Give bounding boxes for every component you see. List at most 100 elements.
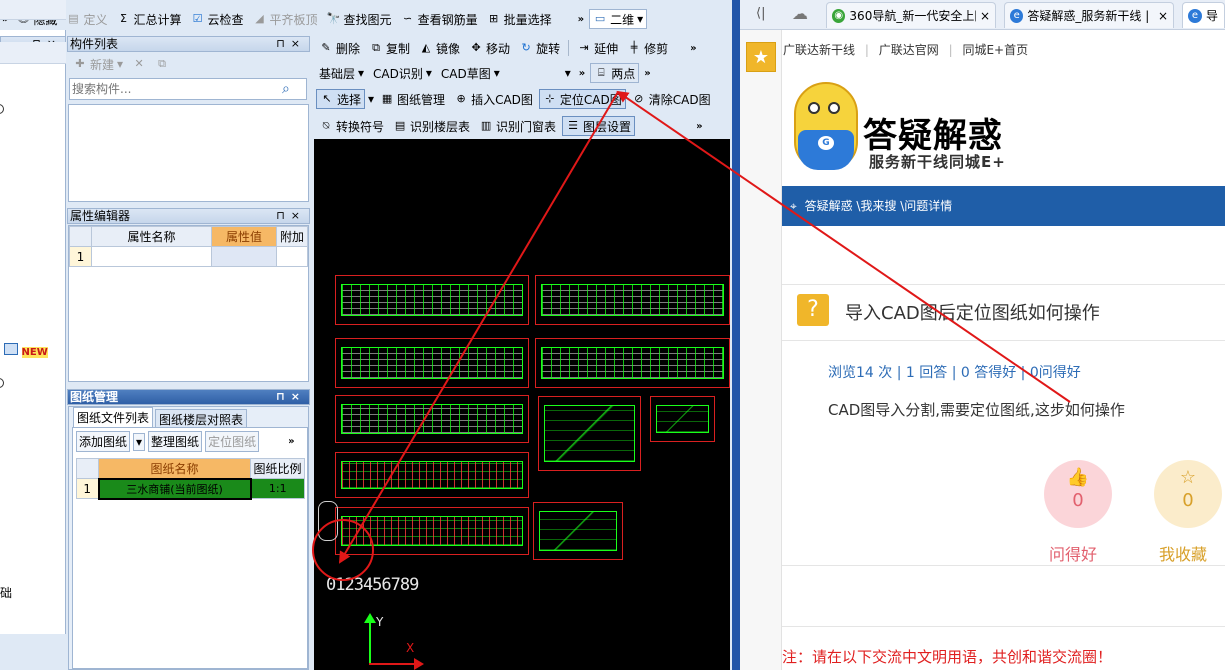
link-city-home[interactable]: 同城E+首页 (962, 43, 1028, 57)
chevron-down-icon[interactable]: ▾ (368, 92, 374, 106)
cad-sheet[interactable] (535, 338, 730, 388)
favorite-star-icon[interactable]: ★ (746, 42, 776, 72)
logo-subtitle: 服务新干线同城E+ (869, 153, 1006, 171)
panel-pin-close-icon[interactable]: ⊓× (276, 209, 306, 223)
favorite-button[interactable]: ☆ 0 (1154, 460, 1222, 528)
cad-recognition-select[interactable]: CAD识别 ▾ (370, 63, 435, 83)
notice-text: 注：请在以下交流中文明用语，共创和谐交流圈！ (782, 648, 1113, 666)
define-button[interactable]: ▤ 定义 (63, 9, 110, 29)
recognize-floor-table-button[interactable]: ▤ 识别楼层表 (390, 116, 473, 136)
add-drawing-dropdown-icon[interactable]: ▾ (133, 432, 146, 451)
cad-sheet-stair[interactable] (538, 396, 641, 471)
link-glodon-official[interactable]: 广联达官网 (879, 43, 939, 57)
door-window-icon: ▥ (480, 119, 492, 132)
insert-cad-button[interactable]: ⊕ 插入CAD图 (451, 89, 536, 109)
new-feature-item[interactable]: NEW (4, 343, 48, 358)
browser-tab-qa[interactable]: e 答疑解惑_服务新干线 | 同 × (1004, 2, 1174, 28)
batch-select-button[interactable]: ⊞ 批量选择 (484, 9, 555, 29)
locate-cad-button[interactable]: ⊹ 定位CAD图 (538, 89, 626, 109)
extend-button[interactable]: ⇥ 延伸 (574, 38, 621, 58)
breadcrumb-text[interactable]: 答疑解惑 \我来搜 \问题详情 (805, 199, 953, 213)
align-slab-top-button[interactable]: ◢ 平齐板顶 (250, 9, 321, 29)
empty-select[interactable]: ▾ (506, 63, 574, 83)
site-links: 广联达新干线 | 广联达官网 | 同城E+首页 (783, 41, 1034, 58)
cad-sheet[interactable] (535, 275, 730, 325)
new-badge: NEW (21, 347, 48, 358)
property-value-cell[interactable] (211, 246, 277, 267)
mirror-label: 镜像 (436, 41, 461, 56)
layer-toolbar: 基础层 ▾ CAD识别 ▾ CAD草图 ▾ ▾ » ⌸ 两点 » (316, 62, 653, 84)
cad-sheet-detail[interactable] (533, 502, 623, 560)
tree-node-icon-2[interactable] (0, 378, 4, 388)
view-mode-select[interactable]: ▭ 二维 ▾ (589, 9, 648, 29)
cad-draft-select[interactable]: CAD草图 ▾ (438, 63, 503, 83)
browser-tab-360[interactable]: ◉ 360导航_新一代安全上网 × (826, 2, 996, 28)
component-list-area[interactable] (68, 104, 309, 202)
copy-component-button[interactable]: ⧉ (152, 54, 172, 74)
good-question-button[interactable]: 👍 0 (1044, 460, 1112, 528)
find-element-button[interactable]: 🔭 查找图元 (324, 9, 395, 29)
mirror-button[interactable]: ◭ 镜像 (416, 38, 463, 58)
delete-button[interactable]: ✎ 删除 (316, 38, 363, 58)
delete-component-button[interactable]: ✕ (129, 54, 149, 74)
rotate-button[interactable]: ↻ 旋转 (516, 38, 563, 58)
clear-cad-button[interactable]: ⊘ 清除CAD图 (629, 89, 714, 109)
tab-drawing-files[interactable]: 图纸文件列表 (73, 407, 154, 429)
recognize-toolbar-overflow-icon[interactable]: » (694, 121, 704, 132)
browser-tab-current[interactable]: e 导 (1182, 2, 1225, 28)
copy-button[interactable]: ⧉ 复制 (366, 38, 413, 58)
find-element-label: 查找图元 (343, 12, 392, 27)
organize-drawing-button[interactable]: 整理图纸 (148, 431, 203, 452)
select-button[interactable]: ↖ 选择 (316, 89, 366, 109)
cad-sheet[interactable] (335, 275, 529, 325)
cad-sheet[interactable] (335, 507, 529, 555)
drawing-toolbar-overflow-icon[interactable]: » (286, 436, 296, 447)
layer-select[interactable]: 基础层 ▾ (316, 63, 367, 83)
panel-pin-close-icon[interactable]: ⊓× (276, 390, 306, 404)
summary-calc-button[interactable]: Σ 汇总计算 (114, 9, 185, 29)
property-name-cell[interactable] (91, 246, 212, 267)
layer-label: 基础层 (319, 66, 356, 81)
link-glodon-newline[interactable]: 广联达新干线 (783, 43, 855, 57)
cad-sheet[interactable] (335, 338, 529, 388)
chevron-down-icon: ▾ (117, 57, 124, 71)
trim-button[interactable]: ╪ 修剪 (624, 38, 671, 58)
close-icon[interactable]: × (1158, 9, 1168, 23)
new-component-button[interactable]: ✚ 新建 ▾ (70, 54, 126, 74)
layer-settings-label: 图层设置 (583, 119, 632, 134)
two-points-button[interactable]: ⌸ 两点 (590, 63, 640, 83)
move-button[interactable]: ✥ 移动 (466, 38, 513, 58)
toolbar-overflow-icon-2[interactable]: » (576, 14, 586, 25)
close-icon[interactable]: × (980, 9, 990, 23)
drawing-row[interactable]: 1 三水商铺(当前图纸) 1:1 (76, 477, 305, 500)
two-points-overflow-icon[interactable]: » (642, 68, 652, 79)
recognize-door-window-button[interactable]: ▥ 识别门窗表 (476, 116, 559, 136)
drawing-name-cell[interactable]: 三水商铺(当前图纸) (97, 477, 252, 500)
eraser-icon: ✎ (321, 41, 331, 54)
cloud-check-button[interactable]: ☑ 云检查 (188, 9, 247, 29)
search-icon[interactable]: ⌕ (282, 81, 290, 97)
cloud-icon[interactable]: ☁ (792, 4, 808, 23)
panel-pin-close-icon[interactable]: ⊓× (276, 37, 306, 51)
convert-symbol-button[interactable]: ⍉ 转换符号 (316, 116, 387, 136)
layer-toolbar-overflow-icon[interactable]: » (577, 68, 587, 79)
locate-drawing-button[interactable]: 定位图纸 (205, 431, 260, 452)
tab-drawing-floors[interactable]: 图纸楼层对照表 (155, 409, 248, 429)
tree-node-icon[interactable] (0, 104, 4, 114)
component-search-input[interactable] (70, 80, 282, 98)
cad-sheet[interactable] (335, 395, 529, 443)
add-drawing-button[interactable]: 添加图纸 (76, 431, 131, 452)
drawing-scale-cell[interactable]: 1:1 (250, 478, 305, 499)
cad-symbol-cluster (318, 501, 338, 541)
layer-settings-button[interactable]: ☰ 图层设置 (562, 116, 636, 136)
edit-toolbar-overflow-icon[interactable]: » (688, 43, 698, 54)
cad-canvas[interactable]: 0123456789 Y X (314, 139, 730, 670)
property-extra-cell[interactable] (276, 246, 308, 267)
back-icon[interactable]: ⟨| (756, 6, 765, 21)
sheet-drawing (341, 404, 523, 434)
drawing-manage-button[interactable]: ▦ 图纸管理 (377, 89, 448, 109)
cad-sheet-detail[interactable] (650, 396, 715, 442)
cad-sheet[interactable] (335, 452, 529, 498)
move-icon: ✥ (471, 41, 481, 54)
view-rebar-button[interactable]: ∽ 查看钢筋量 (398, 9, 481, 29)
